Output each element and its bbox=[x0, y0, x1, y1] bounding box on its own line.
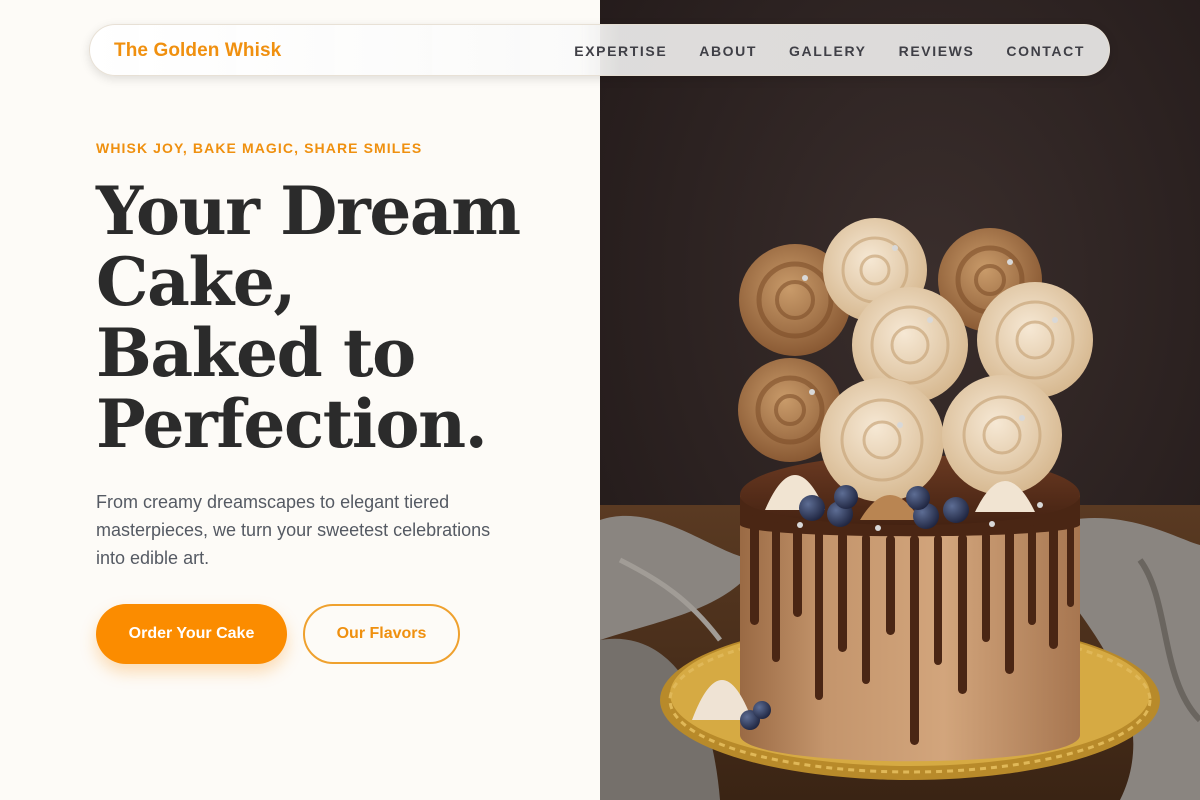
nav-link-about[interactable]: ABOUT bbox=[683, 25, 773, 77]
nav-link-expertise[interactable]: EXPERTISE bbox=[558, 25, 683, 77]
hero-subtext: From creamy dreamscapes to elegant tiere… bbox=[96, 492, 491, 568]
nav-links: EXPERTISE ABOUT GALLERY REVIEWS CONTACT bbox=[558, 25, 1109, 77]
nav-link-gallery[interactable]: GALLERY bbox=[773, 25, 883, 77]
hero-eyebrow: WHISK JOY, BAKE MAGIC, SHARE SMILES bbox=[96, 140, 423, 156]
order-cake-button[interactable]: Order Your Cake bbox=[96, 604, 287, 664]
headline-line-4: Perfection. bbox=[96, 385, 488, 463]
nav-link-reviews[interactable]: REVIEWS bbox=[883, 25, 991, 77]
hero-cake-image bbox=[600, 0, 1200, 800]
our-flavors-button[interactable]: Our Flavors bbox=[303, 604, 460, 664]
top-navbar: The Golden Whisk EXPERTISE ABOUT GALLERY… bbox=[89, 24, 1110, 76]
headline-line-2: Cake, bbox=[96, 243, 296, 321]
cake-illustration bbox=[600, 0, 1200, 800]
nav-link-contact[interactable]: CONTACT bbox=[990, 25, 1109, 77]
brand-logo[interactable]: The Golden Whisk bbox=[114, 25, 281, 77]
headline-line-1: Your Dream bbox=[96, 172, 521, 250]
hero-headline: Your Dream Cake, Baked to Perfection. bbox=[96, 176, 576, 460]
headline-line-3: Baked to bbox=[96, 314, 416, 392]
